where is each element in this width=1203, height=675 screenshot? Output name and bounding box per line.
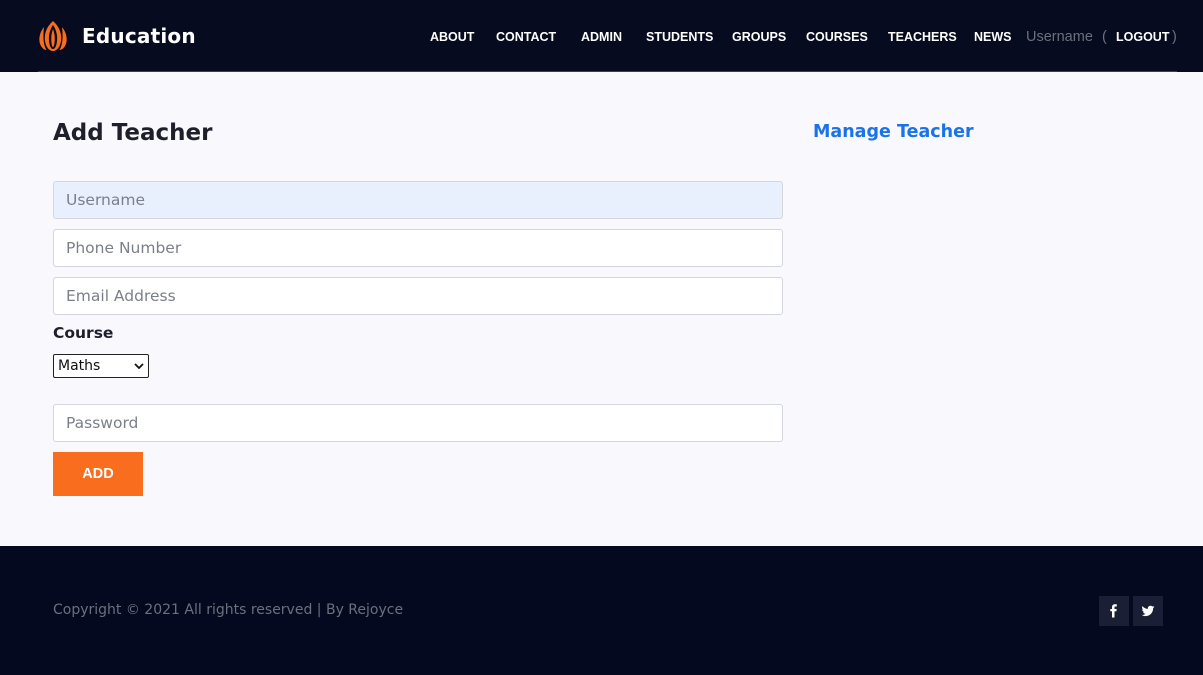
course-select[interactable]: Maths: [53, 354, 149, 378]
twitter-icon[interactable]: [1133, 596, 1163, 626]
current-username: Username: [1026, 29, 1093, 45]
close-paren: ): [1172, 29, 1177, 45]
username-input[interactable]: [53, 181, 783, 219]
nav-item-students[interactable]: STUDENTS: [646, 28, 713, 46]
main-nav: ABOUT CONTACT ADMIN STUDENTS GROUPS COUR…: [0, 28, 1203, 46]
facebook-glyph: [1110, 604, 1117, 618]
logout-link[interactable]: LOGOUT: [1116, 28, 1169, 46]
nav-item-news[interactable]: NEWS: [974, 28, 1012, 46]
footer: Copyright © 2021 All rights reserved | B…: [0, 546, 1203, 675]
nav-item-courses[interactable]: COURSES: [806, 28, 868, 46]
course-selected-value: Maths: [58, 358, 101, 374]
email-address-input[interactable]: [53, 277, 783, 315]
nav-item-admin[interactable]: ADMIN: [581, 28, 622, 46]
chevron-down-icon: [134, 363, 144, 370]
nav-item-contact[interactable]: CONTACT: [496, 28, 556, 46]
nav-divider: [38, 71, 1177, 72]
add-button[interactable]: ADD: [53, 452, 143, 496]
password-input[interactable]: [53, 404, 783, 442]
page-title: Add Teacher: [53, 120, 213, 146]
manage-teacher-link[interactable]: Manage Teacher: [813, 122, 974, 142]
open-paren: (: [1102, 29, 1107, 45]
phone-number-input[interactable]: [53, 229, 783, 267]
top-navbar: Education ABOUT CONTACT ADMIN STUDENTS G…: [0, 0, 1203, 72]
course-label: Course: [53, 324, 114, 342]
facebook-icon[interactable]: [1099, 596, 1129, 626]
nav-item-teachers[interactable]: TEACHERS: [888, 28, 957, 46]
twitter-glyph: [1141, 605, 1155, 617]
nav-item-about[interactable]: ABOUT: [430, 28, 474, 46]
copyright-text: Copyright © 2021 All rights reserved | B…: [53, 602, 404, 618]
nav-item-groups[interactable]: GROUPS: [732, 28, 786, 46]
